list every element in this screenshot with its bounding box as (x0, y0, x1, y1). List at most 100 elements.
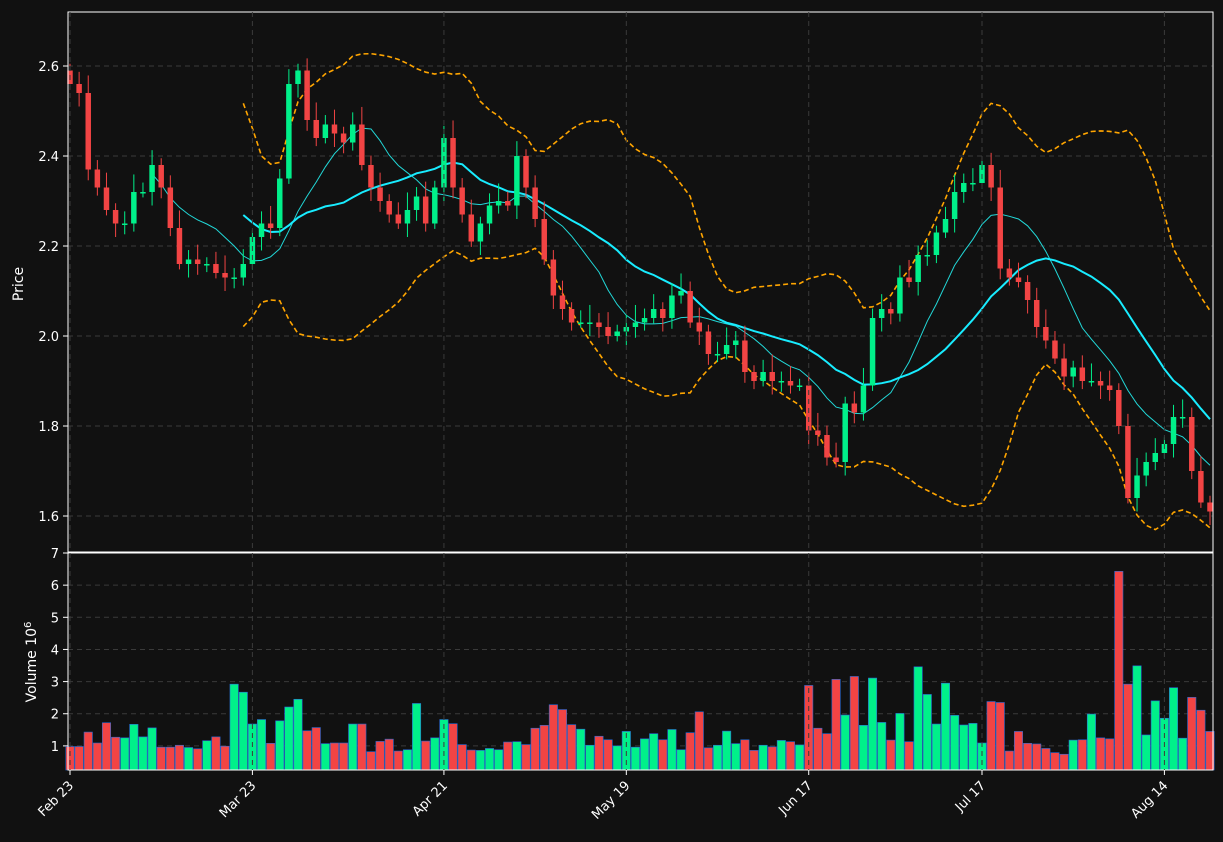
volume-bar (950, 715, 960, 771)
candle-body (441, 138, 447, 188)
volume-bar (1114, 571, 1124, 771)
volume-bar (485, 748, 495, 771)
volume-bar (202, 740, 212, 771)
candle-body (413, 196, 420, 210)
volume-bar (986, 701, 996, 771)
candle-body (167, 187, 174, 228)
chart-background (0, 0, 1223, 842)
volume-bar (959, 724, 969, 771)
candle-body (970, 183, 976, 185)
volume-bar (849, 676, 859, 771)
candle-body (897, 277, 903, 314)
candle-body (295, 70, 301, 84)
candle-body (778, 381, 785, 383)
candle-body (1079, 367, 1086, 381)
candle-body (495, 201, 502, 206)
volume-bar (1196, 709, 1206, 771)
volume-bar (366, 751, 376, 771)
volume-bar (722, 730, 732, 771)
volume-bar (74, 746, 84, 771)
price-tick-label: 1.6 (38, 510, 59, 525)
volume-bar (101, 722, 111, 771)
candle-body (577, 322, 584, 324)
volume-tick-label: 1 (51, 740, 59, 755)
candle-body (194, 259, 201, 264)
volume-bar (968, 723, 978, 771)
volume-bar (457, 744, 467, 771)
volume-bar (749, 750, 759, 771)
volume-bar (703, 747, 713, 771)
volume-bar (311, 727, 321, 771)
candle-body (1116, 390, 1122, 426)
candle-body (340, 133, 347, 143)
volume-bar (111, 736, 121, 771)
candle-body (723, 345, 730, 354)
volume-bar (257, 719, 267, 771)
candle-body (532, 187, 538, 219)
volume-bar (1105, 738, 1115, 771)
price-tick-label: 1.8 (38, 420, 59, 435)
candle-body (1170, 417, 1177, 444)
volume-bar (567, 724, 577, 771)
candle-body (696, 322, 703, 332)
volume-bar (813, 727, 823, 771)
candle-body (614, 331, 620, 336)
candle-body (331, 124, 338, 134)
volume-bar (412, 703, 422, 771)
candle-body (395, 214, 402, 224)
volume-bar (576, 728, 586, 771)
volume-bar (1023, 743, 1033, 771)
candle-body (1134, 475, 1140, 498)
volume-bar (858, 725, 868, 771)
volume-bar (65, 746, 75, 771)
volume-bar (229, 683, 239, 771)
candle-body (760, 372, 766, 381)
volume-axis-label: Volume 106 (23, 622, 41, 703)
candle-body (705, 331, 712, 354)
volume-bar (466, 749, 476, 771)
candle-body (660, 309, 666, 318)
candle-body (349, 124, 356, 143)
candle-body (185, 259, 192, 264)
volume-bar (913, 666, 923, 771)
volume-bar (393, 750, 403, 771)
volume-bar (895, 713, 905, 771)
volume-bar (174, 744, 184, 771)
volume-bar (904, 741, 914, 771)
volume-bar (1041, 748, 1051, 771)
volume-bar (238, 691, 248, 771)
candle-body (1024, 282, 1031, 300)
candle-body (304, 70, 310, 120)
candle-body (1052, 340, 1058, 359)
candle-body (1061, 358, 1067, 377)
candle-body (404, 210, 411, 224)
volume-bar (92, 742, 102, 771)
volume-bar (977, 742, 987, 771)
candle-body (988, 165, 994, 188)
volume-bar (694, 711, 704, 771)
volume-bar (548, 704, 558, 771)
price-axis-label: Price (11, 267, 27, 301)
volume-bar (630, 746, 640, 771)
candle-body (678, 291, 684, 296)
candle-body (477, 223, 484, 242)
volume-bar (530, 727, 540, 771)
candle-body (796, 385, 803, 387)
volume-axis-label-exponent: 6 (23, 622, 34, 628)
candle-body (596, 322, 602, 327)
volume-bar (658, 739, 668, 771)
candle-body (1015, 277, 1022, 282)
volume-bar (329, 742, 339, 771)
volume-bar (1150, 700, 1160, 771)
volume-bar (339, 742, 349, 771)
volume-bar (503, 741, 513, 771)
volume-bar (494, 749, 504, 771)
volume-tick-label: 5 (51, 611, 59, 626)
candle-body (587, 322, 593, 324)
volume-bar (193, 748, 203, 771)
candle-body (1033, 300, 1040, 327)
candle-body (459, 187, 465, 215)
volume-bar (941, 682, 951, 771)
candle-body (1189, 417, 1195, 471)
candle-body (131, 192, 137, 224)
